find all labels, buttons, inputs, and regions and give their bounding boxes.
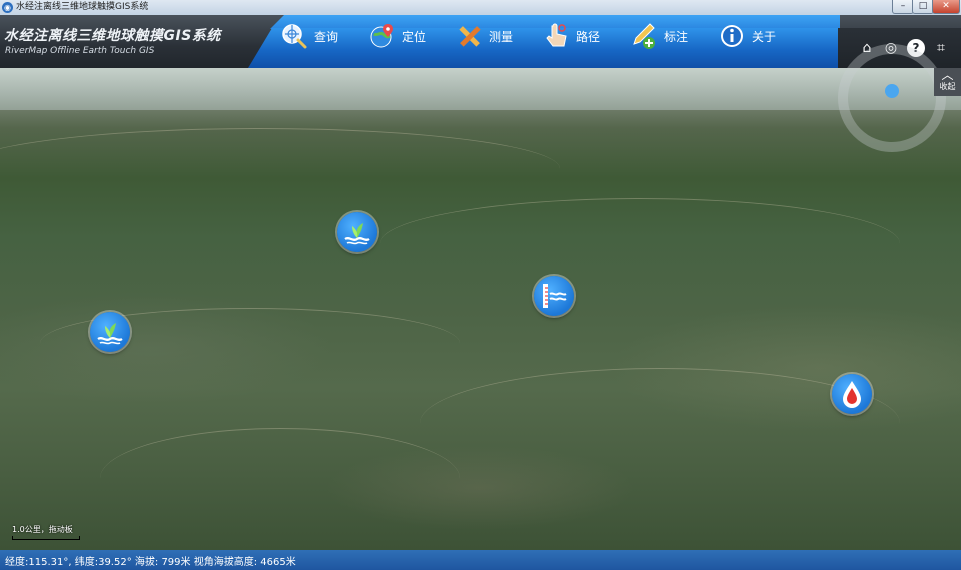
hand-path-icon [542,22,570,50]
globe-locate-icon [368,22,396,50]
nav-locate-button[interactable]: 定位 [368,20,426,52]
compass-ring[interactable] [838,44,946,152]
terrain-ridge [100,428,460,529]
map-scale-bar: 1.0公里，拖动板 [12,525,82,540]
nav-about-button[interactable]: 关于 [718,20,776,52]
water-gauge-icon [543,284,567,308]
scale-label: 1.0公里，拖动板 [12,525,73,534]
nav-annotate-label: 标注 [664,29,689,44]
map-viewport[interactable] [0,68,961,550]
app-subtitle: RiverMap Offline Earth Touch GIS [5,46,155,56]
info-icon [718,22,746,50]
nav-measure-button[interactable]: 测量 [455,20,513,52]
crop-icon[interactable]: ⌗ [932,39,950,57]
nav-about-label: 关于 [752,29,777,44]
water-gauge-poi-marker[interactable] [534,276,574,316]
chevron-up-icon: ︿ [941,68,954,82]
wetland-icon [344,223,370,245]
window-title: 水经注离线三维地球触摸GIS系统 [16,2,149,12]
maximize-button[interactable]: □ [912,0,934,14]
coordinate-readout: 经度:115.31°, 纬度:39.52° 海拔: 799米 视角海拔高度: 4… [5,557,296,568]
terrain-ridge [0,128,560,209]
wetland-poi-marker[interactable] [337,212,377,252]
water-drop-icon [843,381,861,408]
collapse-button[interactable]: ︿ 收起 [934,68,961,96]
nav-path-label: 路径 [576,29,601,44]
app-title: 水经注离线三维地球触摸GIS系统 [4,28,221,44]
nav-measure-label: 测量 [489,29,514,44]
water-drop-poi-marker[interactable] [832,374,872,414]
minimize-button[interactable]: – [892,0,914,14]
measure-tools-icon [455,22,483,50]
nav-path-button[interactable]: 路径 [542,20,600,52]
terrain-ridge [380,198,900,289]
nav-annotate-button[interactable]: 标注 [630,20,688,52]
terrain-ridge [420,368,900,479]
window-titlebar: ◉ 水经注离线三维地球触摸GIS系统 – □ ✕ [0,0,961,16]
scale-line [12,536,80,540]
nav-query-button[interactable]: 查询 [280,20,338,52]
compass-north-handle[interactable] [885,84,899,98]
wetland-icon [97,323,123,345]
nav-query-label: 查询 [314,29,339,44]
app-icon: ◉ [2,2,13,13]
close-button[interactable]: ✕ [932,0,960,14]
collapse-label: 收起 [939,82,956,91]
globe-search-icon [280,22,308,50]
horizon-haze [0,68,961,110]
nav-locate-label: 定位 [402,29,427,44]
pencil-add-icon [630,22,658,50]
wetland-poi-marker[interactable] [90,312,130,352]
status-bar: 经度:115.31°, 纬度:39.52° 海拔: 799米 视角海拔高度: 4… [0,550,961,570]
